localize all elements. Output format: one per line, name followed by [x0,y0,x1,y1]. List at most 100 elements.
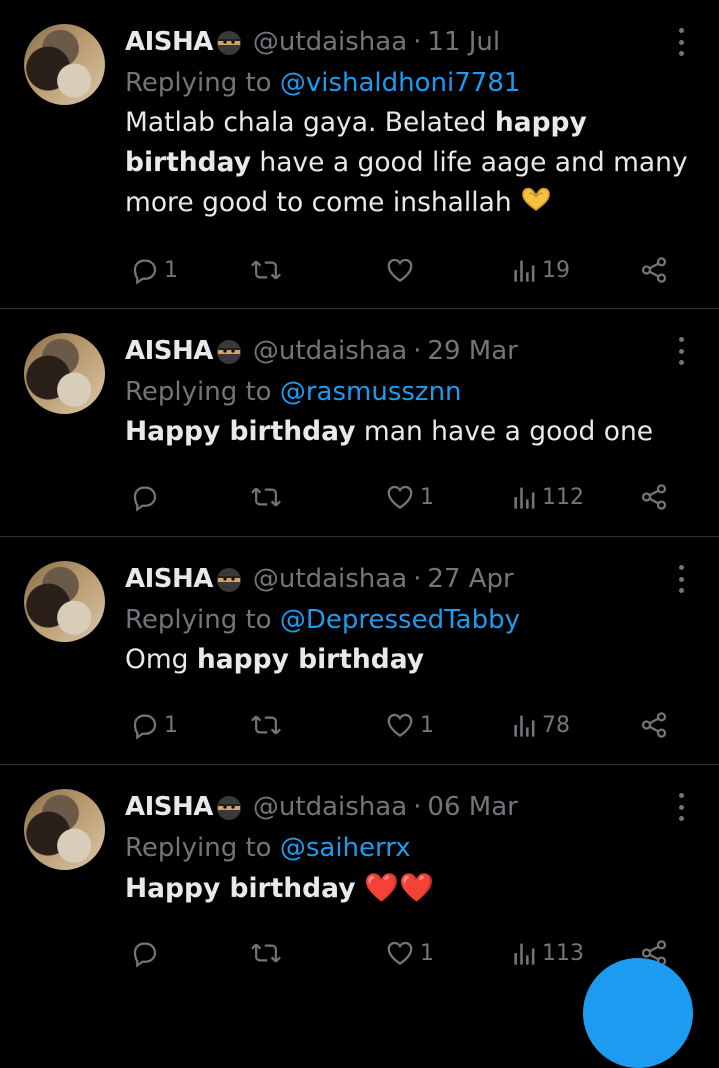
tweet[interactable]: AISHA @utdaishaa · 27 Apr Replying to @D… [0,537,719,765]
like-button[interactable]: 1 [384,705,434,745]
retweet-button[interactable] [250,705,286,745]
replying-to-prefix: Replying to [125,605,272,635]
like-button[interactable] [384,250,420,290]
views-button[interactable]: 113 [512,933,584,973]
replying-to: Replying to @rasmussznn [125,375,691,409]
tweet-text: Matlab chala gaya. Belated happy birthda… [125,103,691,224]
share-button[interactable] [638,477,670,517]
views-icon [514,715,535,737]
tweet-date[interactable]: 06 Mar [427,792,517,822]
tweet-text-part: Omg [125,644,197,675]
reply-icon [133,714,157,740]
reply-button[interactable]: 1 [130,705,178,745]
retweet-button[interactable] [250,477,286,517]
views-count: 78 [542,712,570,738]
like-icon [387,258,413,282]
replying-to: Replying to @saiherrx [125,831,691,865]
like-button[interactable]: 1 [384,477,434,517]
avatar[interactable] [24,24,105,105]
tweet[interactable]: AISHA @utdaishaa · 11 Jul Replying to @v… [0,0,719,309]
tweet-header: AISHA @utdaishaa · 27 Apr [125,561,691,597]
author-handle[interactable]: @utdaishaa [253,792,407,822]
avatar[interactable] [24,333,105,414]
author-name[interactable]: AISHA [125,336,213,366]
tweet-text-bold: happy birthday [196,644,425,675]
separator-dot: · [413,792,422,822]
views-icon [514,487,535,509]
tweet-header: AISHA @utdaishaa · 29 Mar [125,333,691,369]
tweet-feed: AISHA @utdaishaa · 11 Jul Replying to @v… [0,0,719,986]
views-icon [514,260,535,282]
like-icon [387,941,413,965]
tweet-content: AISHA @utdaishaa · 27 Apr Replying to @D… [125,561,691,680]
separator-dot: · [413,27,422,57]
views-icon [514,943,535,965]
compose-fab[interactable] [583,958,693,1068]
views-count: 112 [542,484,584,510]
tweet-date[interactable]: 27 Apr [427,564,513,594]
reply-button[interactable] [130,933,164,973]
tweet[interactable]: AISHA @utdaishaa · 29 Mar Replying to @r… [0,309,719,537]
tweet-actions: 1 1 78 [0,705,719,745]
views-button[interactable]: 112 [512,477,584,517]
tweet-text: Omg happy birthday [125,640,691,680]
tweet-text: Happy birthday ❤️❤️ [125,868,691,909]
tweet-date[interactable]: 29 Mar [427,336,517,366]
tweet-text-part: ❤️❤️ [355,871,435,904]
author-handle[interactable]: @utdaishaa [253,564,407,594]
share-icon [641,257,667,283]
retweet-icon [251,487,281,507]
reply-icon [133,259,157,285]
retweet-icon [251,943,281,963]
ninja-emoji [215,793,243,821]
mention-link[interactable]: @vishaldhoni7781 [280,68,521,98]
tweet[interactable]: AISHA @utdaishaa · 06 Mar Replying to @s… [0,765,719,986]
like-count: 1 [420,940,434,966]
mention-link[interactable]: @rasmussznn [280,377,462,407]
retweet-button[interactable] [250,250,286,290]
like-count: 1 [420,484,434,510]
tweet-content: AISHA @utdaishaa · 06 Mar Replying to @s… [125,789,691,909]
tweet-actions: 1 112 [0,477,719,517]
like-icon [387,713,413,737]
author-name[interactable]: AISHA [125,564,213,594]
reply-count: 1 [164,712,178,738]
avatar[interactable] [24,789,105,870]
reply-icon [133,942,157,968]
ninja-emoji [215,565,243,593]
mention-link[interactable]: @DepressedTabby [280,605,520,635]
retweet-button[interactable] [250,933,286,973]
avatar[interactable] [24,561,105,642]
views-count: 113 [542,940,584,966]
more-icon[interactable] [671,565,691,593]
like-button[interactable]: 1 [384,933,434,973]
replying-to-prefix: Replying to [125,377,272,407]
share-button[interactable] [638,705,670,745]
reply-button[interactable] [130,477,164,517]
mention-link[interactable]: @saiherrx [280,833,411,863]
more-icon[interactable] [671,28,691,56]
tweet-text-bold: Happy birthday [125,416,356,447]
replying-to: Replying to @vishaldhoni7781 [125,66,691,100]
views-button[interactable]: 19 [512,250,570,290]
retweet-icon [251,260,281,280]
ninja-emoji [215,28,243,56]
tweet-text-part: Matlab chala gaya. Belated [125,107,495,138]
like-count: 1 [420,712,434,738]
author-name[interactable]: AISHA [125,27,213,57]
heart-hands-emoji [520,184,552,224]
more-icon[interactable] [671,337,691,365]
tweet-content: AISHA @utdaishaa · 11 Jul Replying to @v… [125,24,691,224]
share-button[interactable] [638,250,670,290]
author-name[interactable]: AISHA [125,792,213,822]
views-button[interactable]: 78 [512,705,570,745]
replying-to: Replying to @DepressedTabby [125,603,691,637]
tweet-text-part: man have a good one [355,416,654,447]
author-handle[interactable]: @utdaishaa [253,27,407,57]
more-icon[interactable] [671,793,691,821]
tweet-date[interactable]: 11 Jul [427,27,500,57]
share-icon [641,712,667,738]
reply-button[interactable]: 1 [130,250,178,290]
author-handle[interactable]: @utdaishaa [253,336,407,366]
tweet-content: AISHA @utdaishaa · 29 Mar Replying to @r… [125,333,691,452]
